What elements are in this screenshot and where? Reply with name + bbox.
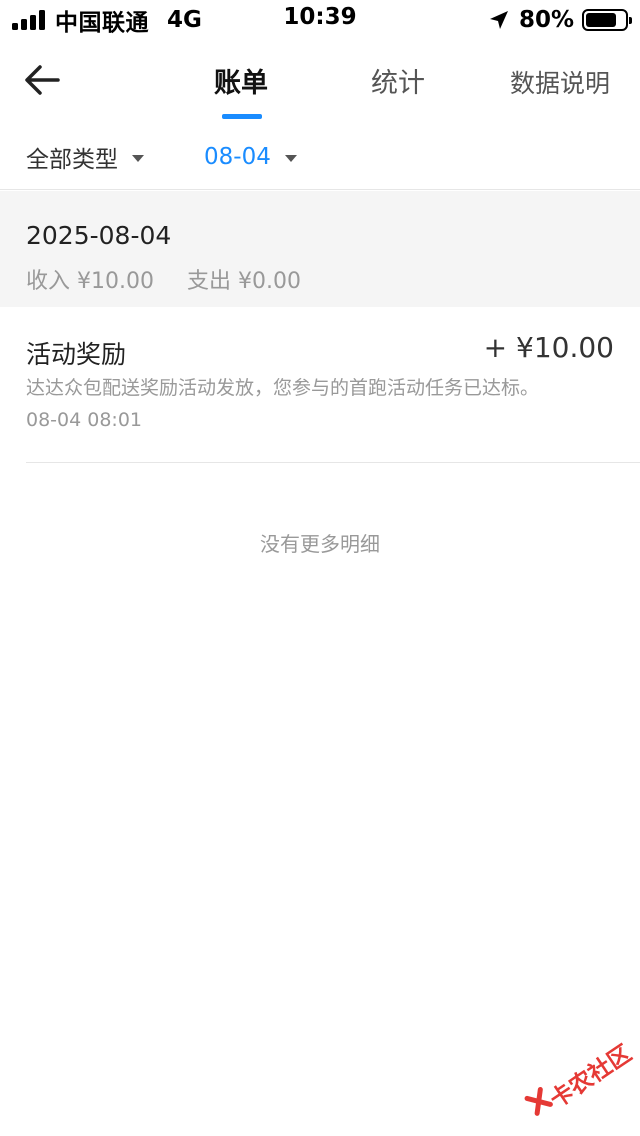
battery-fill bbox=[586, 13, 617, 27]
filter-bar: 全部类型 08-04 bbox=[0, 128, 640, 190]
daily-summary: 2025-08-04 收入 ¥10.00 支出 ¥0.00 bbox=[0, 191, 640, 307]
status-right: 80% bbox=[489, 6, 632, 34]
tab-bill[interactable]: 账单 bbox=[214, 64, 268, 104]
type-filter-dropdown[interactable]: 全部类型 bbox=[26, 140, 144, 174]
watermark-text: 卡农社区 bbox=[545, 1040, 637, 1114]
date-filter-dropdown[interactable]: 08-04 bbox=[204, 140, 297, 174]
date-filter-label: 08-04 bbox=[204, 144, 271, 170]
top-nav: 账单 统计 数据说明 bbox=[0, 40, 640, 128]
back-arrow-icon bbox=[25, 65, 60, 95]
location-arrow-icon bbox=[489, 11, 508, 29]
caret-down-icon bbox=[284, 154, 297, 162]
battery-percent: 80% bbox=[518, 7, 574, 33]
type-filter-label: 全部类型 bbox=[26, 147, 118, 173]
expense-total: 支出 ¥0.00 bbox=[186, 269, 301, 294]
summary-totals: 收入 ¥10.00 支出 ¥0.00 bbox=[26, 263, 327, 295]
back-button[interactable] bbox=[22, 60, 72, 104]
summary-date: 2025-08-04 bbox=[26, 221, 172, 250]
caret-down-icon bbox=[132, 154, 144, 162]
tab-data-description[interactable]: 数据说明 bbox=[510, 64, 610, 104]
income-total: 收入 ¥10.00 bbox=[26, 269, 154, 294]
record-description: 达达众包配送奖励活动发放，您参与的首跑活动任务已达标。 bbox=[26, 377, 540, 399]
no-more-details-text: 没有更多明细 bbox=[260, 532, 380, 556]
list-item[interactable]: 活动奖励 + ¥10.00 达达众包配送奖励活动发放，您参与的首跑活动任务已达标… bbox=[0, 307, 640, 463]
battery-icon bbox=[582, 9, 632, 31]
tab-stats[interactable]: 统计 bbox=[371, 64, 425, 104]
active-tab-indicator bbox=[222, 114, 262, 119]
divider bbox=[26, 462, 640, 463]
record-title: 活动奖励 bbox=[26, 340, 127, 369]
watermark-logo: 卡农社区 bbox=[493, 1000, 636, 1120]
status-bar: 中国联通 4G 10:39 80% bbox=[0, 0, 640, 40]
record-amount: + ¥10.00 bbox=[483, 331, 614, 364]
record-time: 08-04 08:01 bbox=[26, 409, 143, 431]
